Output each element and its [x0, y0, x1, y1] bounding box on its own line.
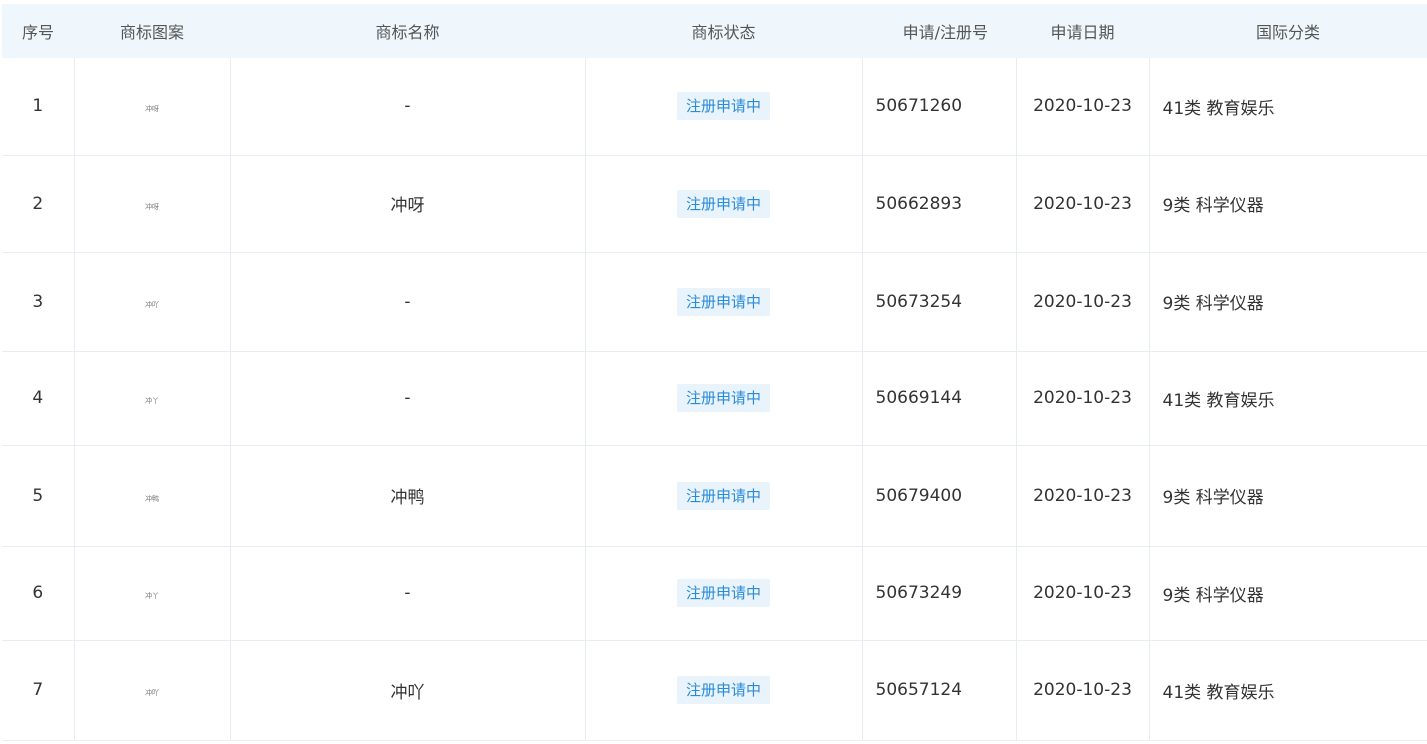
status-badge: 注册申请中 — [676, 189, 770, 218]
international-class: 41类 教育娱乐 — [1149, 58, 1427, 156]
table-row[interactable]: 7 冲吖 冲吖 注册申请中 50657124 2020-10-23 41类 教育… — [2, 640, 1427, 741]
application-date: 2020-10-23 — [1016, 445, 1150, 547]
trademark-status: 注册申请中 — [585, 640, 863, 741]
application-date: 2020-10-23 — [1016, 155, 1150, 253]
trademark-status: 注册申请中 — [585, 252, 863, 352]
logo-image: 冲呀 — [145, 105, 159, 114]
application-date: 2020-10-23 — [1016, 351, 1150, 446]
logo-image: 冲吖 — [145, 300, 159, 309]
status-badge: 注册申请中 — [676, 579, 770, 607]
row-index: 3 — [2, 252, 75, 352]
trademark-logo[interactable]: 冲呀 — [74, 155, 231, 253]
trademark-status: 注册申请中 — [585, 155, 863, 253]
international-class: 9类 科学仪器 — [1149, 252, 1427, 352]
trademark-name: 冲鸭 — [230, 445, 586, 547]
table-row[interactable]: 6 冲丫 - 注册申请中 50673249 2020-10-23 9类 科学仪器 — [2, 546, 1427, 641]
application-date: 2020-10-23 — [1016, 58, 1150, 156]
header-index: 序号 — [2, 4, 74, 58]
application-date: 2020-10-23 — [1016, 546, 1150, 641]
registration-number: 50679400 — [862, 445, 1017, 547]
row-index: 7 — [2, 640, 75, 741]
status-badge: 注册申请中 — [676, 481, 770, 510]
application-date: 2020-10-23 — [1016, 252, 1150, 352]
table-header: 序号 商标图案 商标名称 商标状态 申请/注册号 申请日期 国际分类 — [2, 4, 1427, 58]
trademark-table: 序号 商标图案 商标名称 商标状态 申请/注册号 申请日期 国际分类 1 冲呀 … — [2, 4, 1427, 741]
trademark-logo[interactable]: 冲丫 — [74, 546, 231, 641]
table-row[interactable]: 1 冲呀 - 注册申请中 50671260 2020-10-23 41类 教育娱… — [2, 58, 1427, 156]
table-row[interactable]: 2 冲呀 冲呀 注册申请中 50662893 2020-10-23 9类 科学仪… — [2, 155, 1427, 253]
table-body: 1 冲呀 - 注册申请中 50671260 2020-10-23 41类 教育娱… — [2, 58, 1427, 741]
status-badge: 注册申请中 — [676, 287, 770, 316]
trademark-name: - — [230, 546, 586, 641]
logo-image: 冲吖 — [145, 689, 159, 697]
application-date: 2020-10-23 — [1016, 640, 1150, 741]
trademark-table-container: 序号 商标图案 商标名称 商标状态 申请/注册号 申请日期 国际分类 1 冲呀 … — [2, 4, 1427, 744]
registration-number: 50673249 — [862, 546, 1017, 641]
status-badge: 注册申请中 — [676, 92, 770, 121]
table-row[interactable]: 4 冲丫 - 注册申请中 50669144 2020-10-23 41类 教育娱… — [2, 351, 1427, 446]
trademark-logo[interactable]: 冲鸭 — [74, 445, 231, 547]
trademark-status: 注册申请中 — [585, 58, 863, 156]
logo-image: 冲丫 — [145, 592, 159, 600]
header-reg-no: 申请/注册号 — [862, 4, 1016, 58]
trademark-name: - — [230, 351, 586, 446]
registration-number: 50669144 — [862, 351, 1017, 446]
trademark-name: - — [230, 58, 586, 156]
status-badge: 注册申请中 — [676, 676, 770, 704]
trademark-logo[interactable]: 冲丫 — [74, 351, 231, 446]
international-class: 9类 科学仪器 — [1149, 155, 1427, 253]
registration-number: 50671260 — [862, 58, 1017, 156]
international-class: 9类 科学仪器 — [1149, 546, 1427, 641]
header-status: 商标状态 — [585, 4, 862, 58]
international-class: 41类 教育娱乐 — [1149, 351, 1427, 446]
logo-image: 冲丫 — [145, 397, 159, 405]
registration-number: 50657124 — [862, 640, 1017, 741]
row-index: 2 — [2, 155, 75, 253]
header-class: 国际分类 — [1149, 4, 1427, 58]
table-row[interactable]: 3 冲吖 - 注册申请中 50673254 2020-10-23 9类 科学仪器 — [2, 252, 1427, 352]
row-index: 6 — [2, 546, 75, 641]
table-row[interactable]: 5 冲鸭 冲鸭 注册申请中 50679400 2020-10-23 9类 科学仪… — [2, 445, 1427, 547]
registration-number: 50662893 — [862, 155, 1017, 253]
row-index: 1 — [2, 58, 75, 156]
international-class: 9类 科学仪器 — [1149, 445, 1427, 547]
trademark-logo[interactable]: 冲吖 — [74, 252, 231, 352]
row-index: 4 — [2, 351, 75, 446]
header-row: 序号 商标图案 商标名称 商标状态 申请/注册号 申请日期 国际分类 — [2, 4, 1427, 58]
trademark-logo[interactable]: 冲呀 — [74, 58, 231, 156]
registration-number: 50673254 — [862, 252, 1017, 352]
trademark-status: 注册申请中 — [585, 546, 863, 641]
header-name: 商标名称 — [230, 4, 585, 58]
logo-image: 冲鸭 — [145, 494, 159, 503]
trademark-logo[interactable]: 冲吖 — [74, 640, 231, 741]
trademark-name: - — [230, 252, 586, 352]
row-index: 5 — [2, 445, 75, 547]
international-class: 41类 教育娱乐 — [1149, 640, 1427, 741]
header-date: 申请日期 — [1016, 4, 1149, 58]
trademark-name: 冲吖 — [230, 640, 586, 741]
logo-image: 冲呀 — [145, 202, 159, 211]
trademark-status: 注册申请中 — [585, 351, 863, 446]
trademark-status: 注册申请中 — [585, 445, 863, 547]
status-badge: 注册申请中 — [676, 384, 770, 412]
trademark-name: 冲呀 — [230, 155, 586, 253]
header-logo: 商标图案 — [74, 4, 230, 58]
